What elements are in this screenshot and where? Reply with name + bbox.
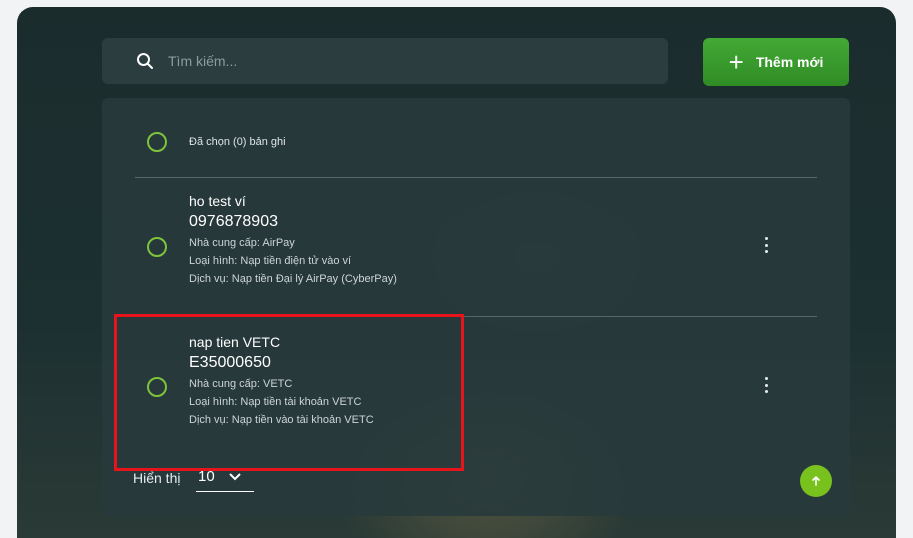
- search-icon: [137, 53, 153, 69]
- highlight-box: [114, 314, 464, 471]
- item-type: Loại hình: Nạp tiền điện tử vào ví: [189, 255, 352, 267]
- search-input[interactable]: [168, 53, 668, 69]
- add-new-label: Thêm mới: [755, 54, 824, 70]
- select-all-radio[interactable]: [147, 132, 167, 152]
- page-size-value: 10: [198, 468, 215, 485]
- scroll-top-button[interactable]: [800, 465, 832, 497]
- divider: [135, 177, 817, 178]
- plus-icon: +: [728, 47, 744, 77]
- selected-count-label: Đã chọn (0) bản ghi: [189, 136, 286, 148]
- more-options-icon[interactable]: [759, 373, 773, 397]
- search-bar: [102, 38, 668, 84]
- item-name: ho test ví: [189, 193, 246, 209]
- item-code: 0976878903: [189, 213, 278, 230]
- item-select-radio[interactable]: [147, 237, 167, 257]
- chevron-down-icon: [228, 472, 241, 480]
- add-new-button[interactable]: + Thêm mới: [703, 38, 849, 86]
- page-size-label: Hiển thị: [133, 470, 181, 486]
- item-service: Dịch vụ: Nạp tiền Đại lý AirPay (CyberPa…: [189, 273, 397, 285]
- more-options-icon[interactable]: [759, 233, 773, 257]
- item-provider: Nhà cung cấp: AirPay: [189, 237, 295, 249]
- app-frame: + Thêm mới Đã chọn (0) bản ghi ho test v…: [17, 7, 896, 538]
- page-size-select[interactable]: 10: [196, 462, 254, 492]
- arrow-up-icon: [812, 476, 820, 486]
